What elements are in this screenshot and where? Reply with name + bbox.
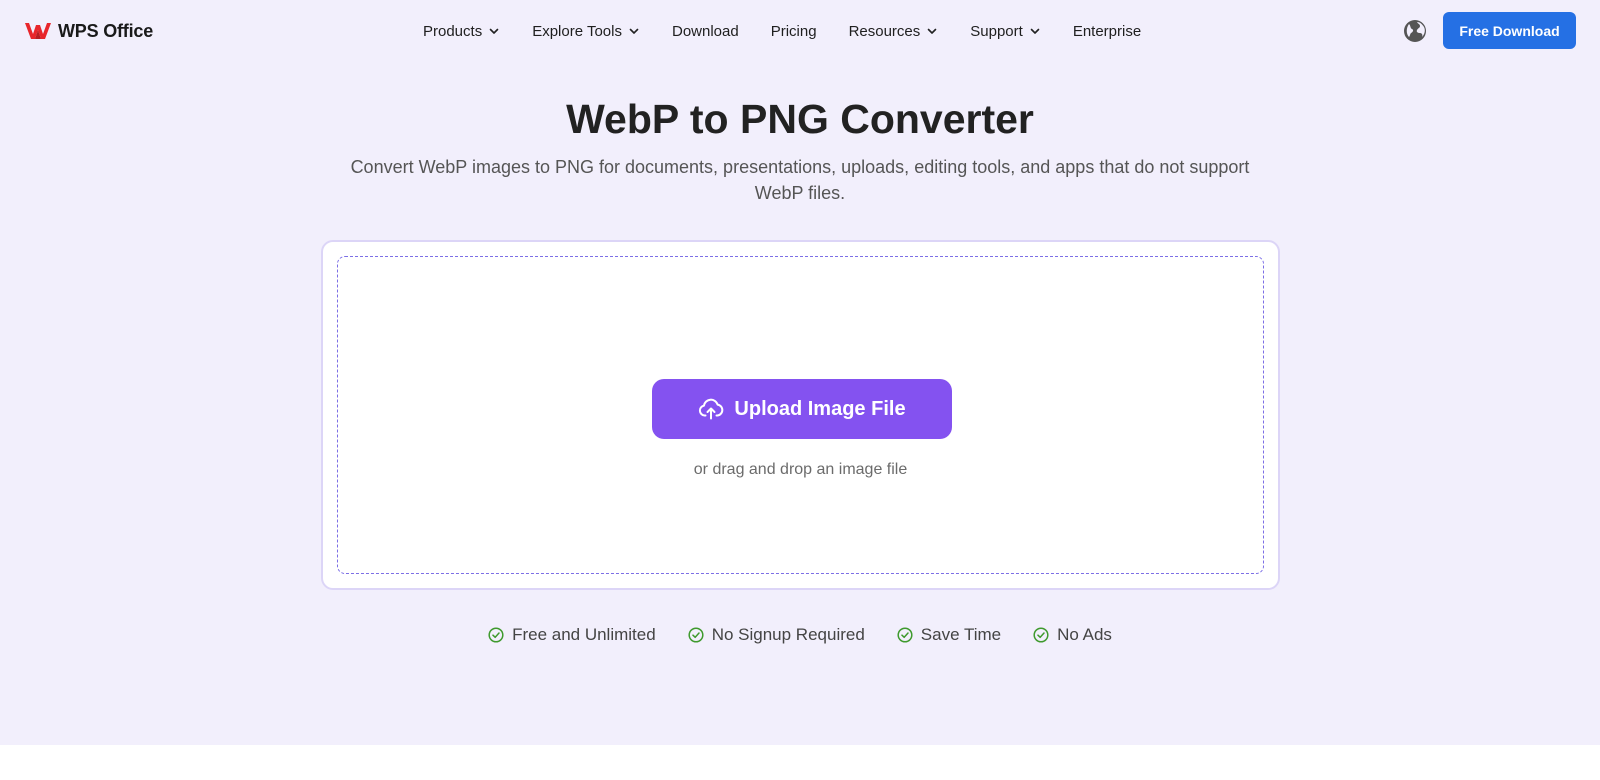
feature-item: No Ads [1033,625,1112,645]
chevron-down-icon [927,28,937,34]
page-subtitle: Convert WebP images to PNG for documents… [350,157,1250,203]
page-title: WebP to PNG Converter [566,96,1034,142]
drop-zone[interactable]: Upload Image File or drag and drop an im… [337,256,1264,574]
feature-label: No Ads [1057,625,1112,644]
wps-logo[interactable]: WPS Office [24,20,153,42]
top-navbar: WPS Office Products Explore Tools Downlo… [0,0,1600,62]
check-circle-icon [488,627,504,643]
nav-item-resources[interactable]: Resources [849,23,939,40]
check-circle-icon [688,627,704,643]
free-download-button[interactable]: Free Download [1443,12,1576,49]
globe-icon[interactable] [1403,19,1427,43]
nav-item-label: Download [671,22,739,40]
chevron-down-icon [629,28,639,34]
drag-drop-hint: or drag and drop an image file [693,461,908,478]
nav-item-enterprise[interactable]: Enterprise [1073,23,1141,40]
nav-item-label: Support [970,22,1023,40]
cloud-upload-icon [699,398,724,420]
nav-item-explore-tools[interactable]: Explore Tools [532,23,640,40]
upload-button-label: Upload Image File [734,397,906,420]
nav-item-label: Enterprise [1072,22,1142,40]
chevron-down-icon [489,28,499,34]
check-circle-icon [1033,627,1049,643]
feature-item: Free and Unlimited [488,625,656,645]
upload-card: Upload Image File or drag and drop an im… [321,240,1280,590]
nav-item-products[interactable]: Products [423,23,500,40]
feature-list: Free and Unlimited No Signup Required Sa… [0,625,1600,645]
main-menu: Products Explore Tools Download Pricing … [423,19,1141,43]
brand-name: WPS Office [58,20,154,41]
nav-item-label: Products [423,22,483,40]
nav-item-label: Resources [848,22,921,40]
feature-label: Save Time [920,625,1002,644]
wps-logo-icon [25,23,51,39]
nav-item-label: Pricing [770,22,817,40]
nav-item-pricing[interactable]: Pricing [771,23,817,40]
nav-item-download[interactable]: Download [672,23,739,40]
feature-label: No Signup Required [711,625,865,644]
check-circle-icon [897,627,913,643]
feature-item: No Signup Required [688,625,865,645]
nav-item-support[interactable]: Support [970,23,1041,40]
nav-item-label: Explore Tools [532,22,622,40]
upload-image-button[interactable]: Upload Image File [652,379,952,439]
feature-label: Free and Unlimited [512,625,656,644]
feature-item: Save Time [897,625,1001,645]
chevron-down-icon [1030,28,1040,34]
